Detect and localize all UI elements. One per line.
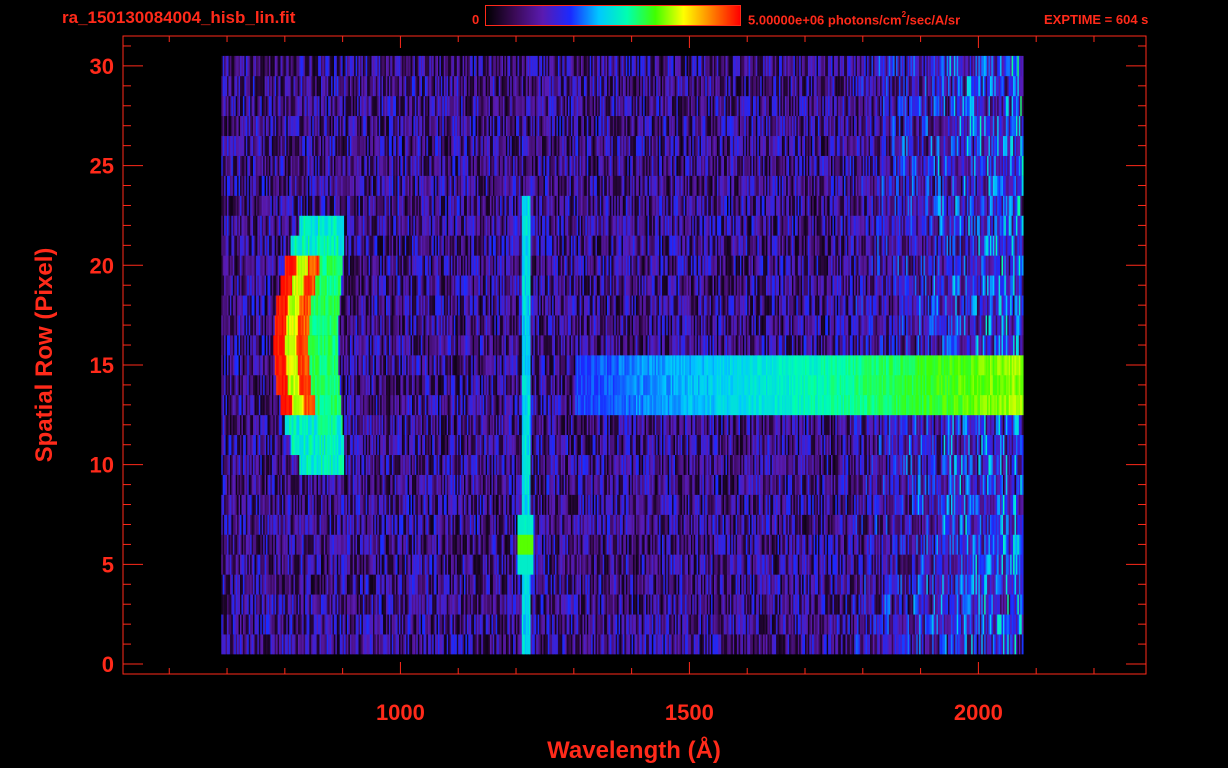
heatmap-cell [1022,475,1024,495]
heatmap-cell [1022,634,1024,654]
heatmap-cell [1022,534,1024,554]
heatmap-cell [1022,554,1024,574]
spectrum-plot: 1000 1500 2000051015202530 Wavelength (Å) … [0,0,1228,768]
heatmap-image [221,56,1023,654]
heatmap-cell [1022,515,1024,535]
heatmap-cell [1022,574,1024,594]
heatmap-cell [1022,495,1024,515]
heatmap-cell [1022,594,1024,614]
heatmap-cell [1022,614,1024,634]
